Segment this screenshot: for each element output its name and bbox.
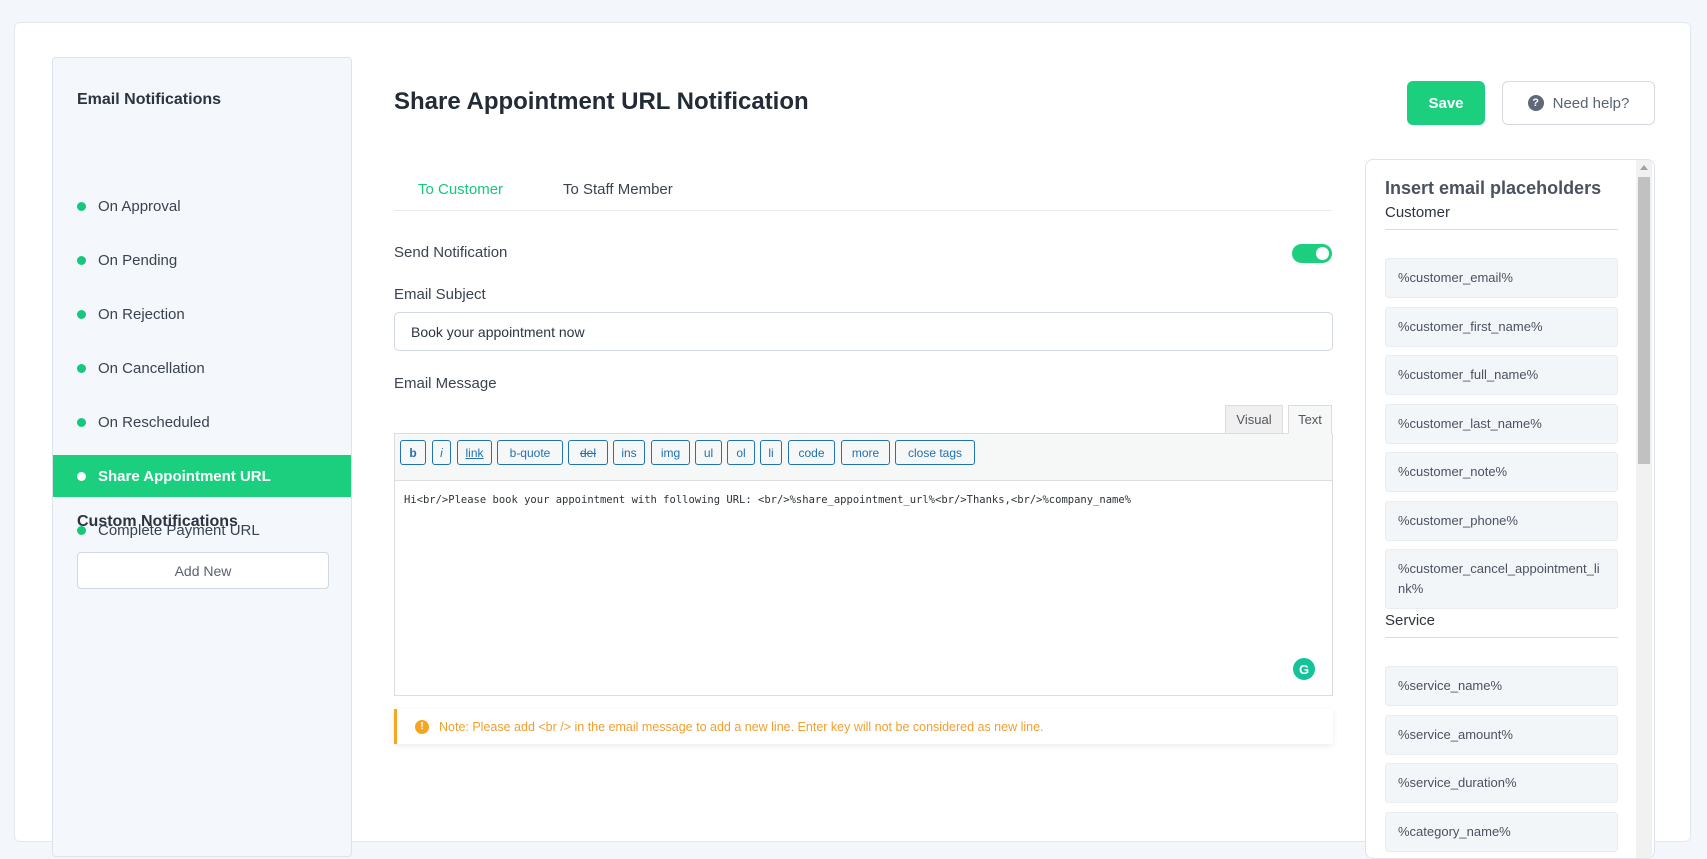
placeholder-group-customer: Customer	[1385, 204, 1618, 230]
grammarly-icon[interactable]: G	[1293, 658, 1315, 680]
status-dot-icon	[77, 255, 86, 265]
placeholder-item[interactable]: %customer_last_name%	[1385, 403, 1618, 444]
tab-to-staff-member[interactable]: To Staff Member	[563, 181, 673, 198]
placeholders-title: Insert email placeholders	[1385, 178, 1602, 198]
email-subject-input[interactable]: Book your appointment now	[394, 312, 1333, 351]
need-help-label: Need help?	[1552, 94, 1630, 112]
placeholder-item[interactable]: %category_name%	[1385, 811, 1618, 852]
new-line-note: ! Note: Please add <br /> in the email me…	[394, 709, 1333, 744]
quicktag-b-button[interactable]: b	[400, 440, 426, 465]
page-title: Share Appointment URL Notification	[394, 88, 809, 115]
quicktag-code-button[interactable]: code	[788, 440, 835, 465]
status-dot-icon	[77, 471, 86, 481]
tab-to-customer[interactable]: To Customer	[418, 181, 503, 198]
placeholder-item[interactable]: %customer_note%	[1385, 452, 1618, 492]
quicktag-li-button[interactable]: li	[760, 440, 782, 465]
placeholder-item[interactable]: %customer_full_name%	[1385, 355, 1618, 395]
visual-tab[interactable]: Visual	[1225, 405, 1283, 434]
status-dot-icon	[77, 417, 86, 427]
placeholder-item[interactable]: %customer_first_name%	[1385, 306, 1618, 347]
quicktag-ins-button[interactable]: ins	[613, 440, 645, 465]
send-notification-toggle[interactable]	[1292, 244, 1332, 263]
email-message-textarea[interactable]: Hi<br/>Please book your appointment with…	[394, 480, 1333, 696]
status-dot-icon	[77, 363, 86, 373]
sidebar-item-label: On Rejection	[98, 305, 185, 323]
quicktag-i-button[interactable]: i	[432, 440, 451, 465]
sidebar-item[interactable]: On Cancellation	[53, 347, 351, 389]
quicktag-del-button[interactable]: del	[568, 440, 608, 465]
placeholder-item[interactable]: %service_name%	[1385, 666, 1618, 706]
sidebar-item-label: On Pending	[98, 251, 178, 269]
email-message-label: Email Message	[394, 375, 497, 392]
sidebar-item[interactable]: On Approval	[53, 185, 351, 227]
sidebar: Email Notifications On Approval On Pendin…	[52, 57, 352, 857]
sidebar-item[interactable]: On Rescheduled	[53, 401, 351, 443]
sidebar-item[interactable]: On Rejection	[53, 293, 351, 335]
quicktag-img-button[interactable]: img	[651, 440, 690, 465]
quicktag-close-tags-button[interactable]: close tags	[895, 440, 975, 465]
email-subject-label: Email Subject	[394, 286, 486, 303]
quicktag-more-button[interactable]: more	[841, 440, 890, 465]
sidebar-item[interactable]: On Pending	[53, 239, 351, 281]
sidebar-item-label: On Approval	[98, 197, 181, 215]
status-dot-icon	[77, 309, 86, 319]
sidebar-item-label: On Cancellation	[98, 359, 205, 377]
recipient-tabs: To Customer To Staff Member	[394, 178, 1332, 211]
sidebar-item-label: On Rescheduled	[98, 413, 210, 431]
need-help-button[interactable]: ? Need help?	[1502, 81, 1655, 125]
info-icon: !	[415, 719, 429, 734]
quicktag-b-quote-button[interactable]: b-quote	[497, 440, 563, 465]
help-icon: ?	[1527, 95, 1544, 111]
panel-scrollbar[interactable]	[1636, 160, 1652, 858]
scroll-up-icon[interactable]	[1640, 165, 1648, 170]
email-notifications-heading: Email Notifications	[77, 91, 222, 108]
text-tab[interactable]: Text	[1288, 405, 1332, 434]
placeholder-item[interactable]: %customer_cancel_appointment_link%	[1385, 549, 1618, 609]
placeholders-panel: Insert email placeholders Customer %custo…	[1365, 159, 1655, 859]
placeholder-item[interactable]: %customer_email%	[1385, 258, 1618, 298]
status-dot-icon	[77, 201, 86, 211]
placeholder-item[interactable]: %customer_phone%	[1385, 500, 1618, 541]
sidebar-item-label: Share Appointment URL	[98, 467, 271, 485]
quicktag-ul-button[interactable]: ul	[695, 440, 722, 465]
add-new-button[interactable]: Add New	[77, 552, 329, 589]
save-button[interactable]: Save	[1407, 81, 1485, 125]
quicktag-link-button[interactable]: link	[457, 440, 492, 465]
quicktag-ol-button[interactable]: ol	[727, 440, 755, 465]
placeholder-item[interactable]: %service_amount%	[1385, 714, 1618, 755]
sidebar-item[interactable]: Share Appointment URL	[53, 455, 351, 497]
quicktags-toolbar: b i link b-quote del ins img ul ol li code more clos…	[394, 433, 1333, 481]
placeholder-group-service: Service	[1385, 612, 1618, 638]
scrollbar-thumb[interactable]	[1638, 177, 1650, 464]
send-notification-label: Send Notification	[394, 244, 508, 261]
note-text: Note: Please add <br /> in the email mes…	[439, 719, 1044, 734]
custom-notifications-heading: Custom Notifications	[77, 513, 238, 530]
placeholder-item[interactable]: %service_duration%	[1385, 763, 1618, 803]
